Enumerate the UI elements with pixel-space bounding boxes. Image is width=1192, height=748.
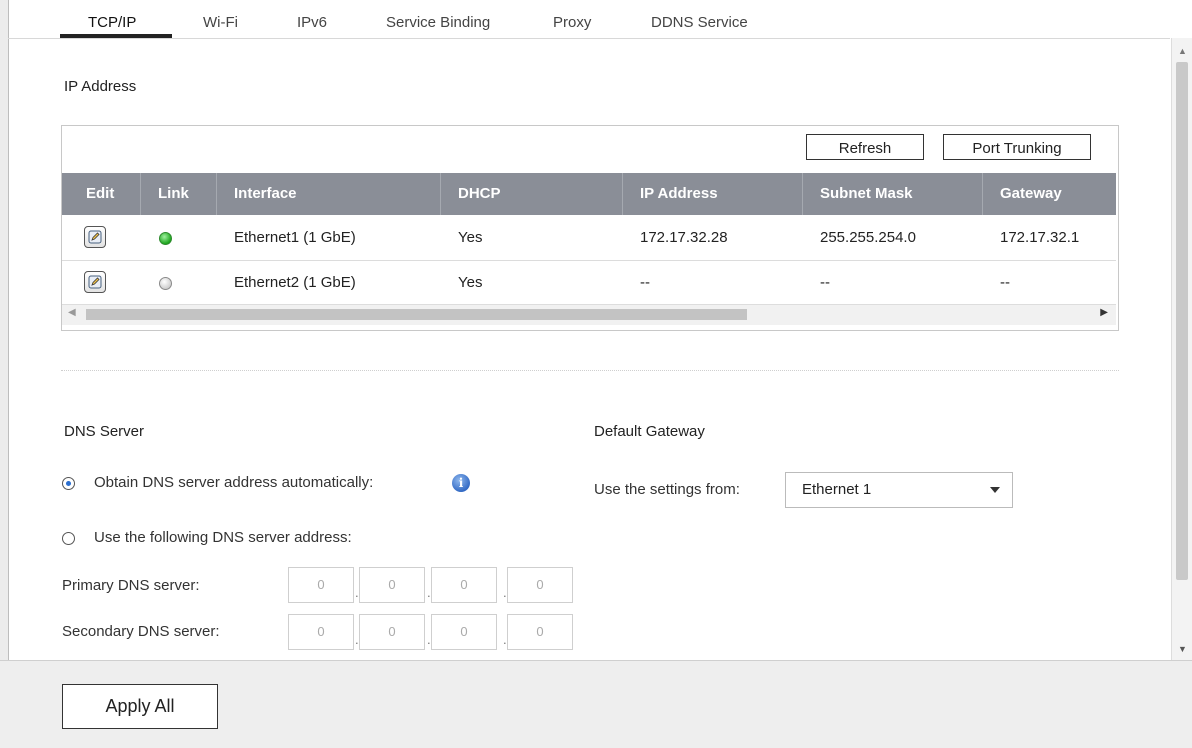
col-separator	[802, 173, 803, 215]
gateway-cell: --	[1000, 274, 1010, 291]
info-icon[interactable]: i	[452, 474, 470, 492]
tab-wifi[interactable]: Wi-Fi	[203, 14, 238, 31]
scroll-down-icon[interactable]: ▼	[1178, 644, 1187, 654]
tab-ddns-service[interactable]: DDNS Service	[651, 14, 748, 31]
scroll-right-icon[interactable]: ▶	[1100, 307, 1108, 318]
tab-service-binding[interactable]: Service Binding	[386, 14, 490, 31]
secondary-dns-label: Secondary DNS server:	[62, 623, 220, 640]
vertical-scrollbar[interactable]: ▲ ▼	[1171, 38, 1192, 660]
chevron-down-icon[interactable]	[990, 487, 1000, 493]
col-interface[interactable]: Interface	[234, 173, 297, 215]
subnet-mask-cell: --	[820, 274, 830, 291]
secondary-dns-octet-4[interactable]: 0	[507, 614, 573, 650]
window-left-edge	[0, 0, 9, 660]
dhcp-cell: Yes	[458, 229, 483, 246]
col-separator	[982, 173, 983, 215]
horizontal-scroll-thumb[interactable]	[86, 309, 747, 320]
scroll-up-icon[interactable]: ▲	[1178, 46, 1187, 56]
gateway-interface-select[interactable]: Ethernet 1	[785, 472, 1013, 508]
default-gateway-title: Default Gateway	[594, 423, 705, 440]
link-status-up-icon	[159, 232, 172, 245]
ip-address-title: IP Address	[64, 78, 137, 95]
edit-icon[interactable]	[84, 226, 106, 248]
tab-proxy[interactable]: Proxy	[553, 14, 591, 31]
apply-all-button[interactable]: Apply All	[62, 684, 218, 729]
tab-divider	[8, 38, 1170, 39]
refresh-button[interactable]: Refresh	[806, 134, 924, 160]
secondary-dns-octet-2[interactable]: 0	[359, 614, 425, 650]
table-row[interactable]: Ethernet2 (1 GbE) Yes -- -- --	[62, 261, 1116, 305]
subnet-mask-cell: 255.255.254.0	[820, 229, 916, 246]
primary-dns-label: Primary DNS server:	[62, 577, 200, 594]
edit-icon[interactable]	[84, 271, 106, 293]
dns-server-title: DNS Server	[64, 423, 145, 440]
col-gateway[interactable]: Gateway	[1000, 173, 1062, 215]
ip-address-cell: 172.17.32.28	[640, 229, 728, 246]
table-row[interactable]: Ethernet1 (1 GbE) Yes 172.17.32.28 255.2…	[62, 216, 1116, 260]
vertical-scroll-thumb[interactable]	[1176, 62, 1188, 580]
col-separator	[622, 173, 623, 215]
secondary-dns-octet-3[interactable]: 0	[431, 614, 497, 650]
col-separator	[440, 173, 441, 215]
col-ip-address[interactable]: IP Address	[640, 173, 718, 215]
dns-auto-label[interactable]: Obtain DNS server address automatically:	[94, 474, 373, 491]
horizontal-scrollbar[interactable]: ◀ ▶	[62, 304, 1116, 325]
col-link[interactable]: Link	[158, 173, 189, 215]
interface-cell: Ethernet1 (1 GbE)	[234, 229, 356, 246]
primary-dns-octet-3[interactable]: 0	[431, 567, 497, 603]
port-trunking-button[interactable]: Port Trunking	[943, 134, 1091, 160]
dns-manual-label[interactable]: Use the following DNS server address:	[94, 529, 352, 546]
col-subnet-mask[interactable]: Subnet Mask	[820, 173, 913, 215]
primary-dns-octet-1[interactable]: 0	[288, 567, 354, 603]
section-divider	[61, 370, 1119, 371]
col-dhcp[interactable]: DHCP	[458, 173, 501, 215]
dns-manual-radio[interactable]	[62, 532, 75, 545]
use-settings-label: Use the settings from:	[594, 481, 740, 498]
gateway-select-value: Ethernet 1	[802, 481, 872, 498]
interface-cell: Ethernet2 (1 GbE)	[234, 274, 356, 291]
col-separator	[140, 173, 141, 215]
link-status-down-icon	[159, 277, 172, 290]
primary-dns-octet-2[interactable]: 0	[359, 567, 425, 603]
secondary-dns-octet-1[interactable]: 0	[288, 614, 354, 650]
col-edit[interactable]: Edit	[86, 173, 114, 215]
col-separator	[216, 173, 217, 215]
dns-auto-radio[interactable]	[62, 477, 75, 490]
tab-tcp-ip[interactable]: TCP/IP	[88, 14, 136, 31]
gateway-cell: 172.17.32.1	[1000, 229, 1080, 246]
ip-address-cell: --	[640, 274, 650, 291]
dhcp-cell: Yes	[458, 274, 483, 291]
tab-ipv6[interactable]: IPv6	[297, 14, 327, 31]
primary-dns-octet-4[interactable]: 0	[507, 567, 573, 603]
scroll-left-icon[interactable]: ◀	[68, 307, 76, 318]
table-header: Edit Link Interface DHCP IP Address Subn…	[62, 173, 1116, 215]
